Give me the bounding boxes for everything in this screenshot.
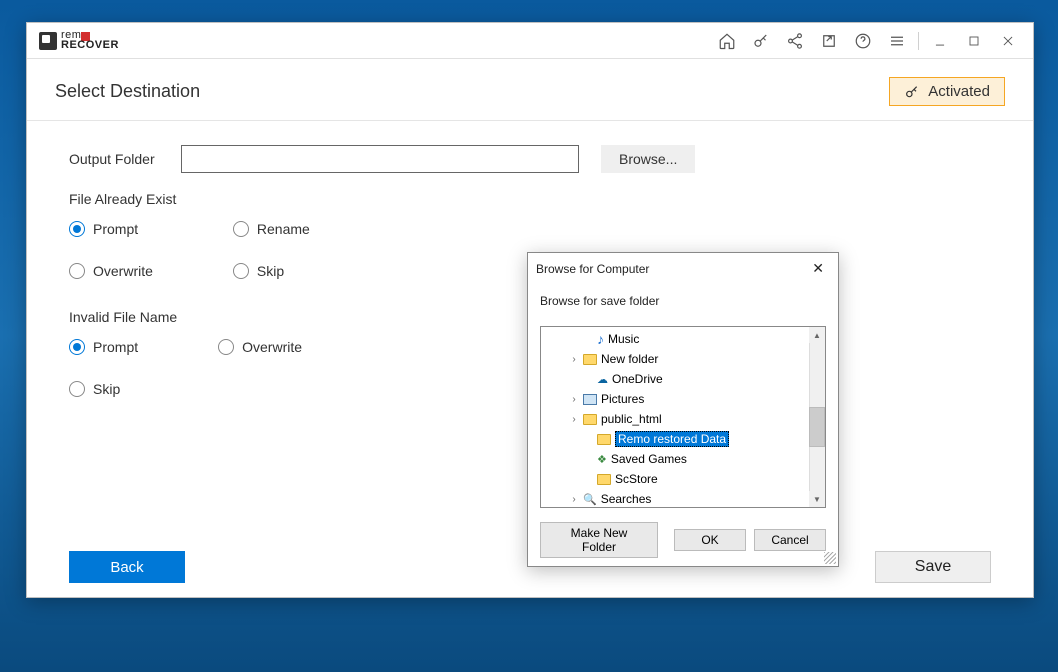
music-icon: ♪: [597, 331, 604, 347]
dialog-title: Browse for Computer: [536, 262, 649, 276]
search-icon: 🔍: [583, 493, 597, 506]
radio-exist-rename[interactable]: Rename: [233, 221, 310, 237]
output-folder-label: Output Folder: [69, 151, 181, 167]
tree-item-onedrive[interactable]: ☁OneDrive: [541, 369, 825, 389]
resize-grip[interactable]: [824, 552, 836, 564]
maximize-icon[interactable]: [957, 23, 991, 59]
cloud-icon: ☁: [597, 373, 608, 386]
cancel-button[interactable]: Cancel: [754, 529, 826, 551]
share-icon[interactable]: [778, 23, 812, 59]
logo: rem RECOVER: [39, 31, 119, 50]
scroll-thumb[interactable]: [809, 407, 825, 447]
titlebar: rem RECOVER: [27, 23, 1033, 59]
activated-badge[interactable]: Activated: [889, 77, 1005, 106]
tree-item-newfolder[interactable]: ›New folder: [541, 349, 825, 369]
tree-item-pictures[interactable]: ›Pictures: [541, 389, 825, 409]
pictures-icon: [583, 394, 597, 405]
folder-icon: [597, 474, 611, 485]
radio-invalid-skip[interactable]: Skip: [69, 381, 138, 397]
export-icon[interactable]: [812, 23, 846, 59]
help-icon[interactable]: [846, 23, 880, 59]
expander-icon[interactable]: ›: [569, 394, 579, 405]
minimize-icon[interactable]: [923, 23, 957, 59]
browse-button[interactable]: Browse...: [601, 145, 695, 173]
key-icon[interactable]: [744, 23, 778, 59]
tree-item-music[interactable]: ♪Music: [541, 329, 825, 349]
radio-exist-prompt[interactable]: Prompt: [69, 221, 153, 237]
file-exist-label: File Already Exist: [69, 191, 991, 207]
tree-item-savedgames[interactable]: ❖Saved Games: [541, 449, 825, 469]
key-icon: [904, 84, 920, 100]
tree-item-publichtml[interactable]: ›public_html: [541, 409, 825, 429]
folder-tree: ♪Music ›New folder ☁OneDrive ›Pictures ›…: [540, 326, 826, 508]
output-folder-input[interactable]: [181, 145, 579, 173]
page-title: Select Destination: [55, 81, 200, 102]
logo-icon: [39, 32, 57, 50]
tree-item-remo[interactable]: Remo restored Data: [541, 429, 825, 449]
tree-item-searches[interactable]: ›🔍Searches: [541, 489, 825, 507]
radio-invalid-prompt[interactable]: Prompt: [69, 339, 138, 355]
folder-icon: [597, 434, 611, 445]
close-icon[interactable]: [991, 23, 1025, 59]
folder-icon: [583, 414, 597, 425]
save-button[interactable]: Save: [875, 551, 991, 583]
expander-icon[interactable]: ›: [569, 414, 579, 425]
tree-item-scstore[interactable]: ScStore: [541, 469, 825, 489]
make-new-folder-button[interactable]: Make New Folder: [540, 522, 658, 558]
radio-exist-skip[interactable]: Skip: [233, 263, 310, 279]
scroll-down-icon[interactable]: ▼: [809, 491, 825, 507]
ok-button[interactable]: OK: [674, 529, 746, 551]
expander-icon[interactable]: ›: [569, 354, 579, 365]
radio-invalid-overwrite[interactable]: Overwrite: [218, 339, 302, 355]
dialog-close-icon[interactable]: ✕: [806, 258, 830, 279]
scroll-up-icon[interactable]: ▲: [809, 327, 825, 343]
back-button[interactable]: Back: [69, 551, 185, 583]
menu-icon[interactable]: [880, 23, 914, 59]
dialog-subtitle: Browse for save folder: [528, 284, 838, 316]
browse-dialog: Browse for Computer ✕ Browse for save fo…: [527, 252, 839, 567]
home-icon[interactable]: [710, 23, 744, 59]
games-icon: ❖: [597, 453, 607, 466]
folder-icon: [583, 354, 597, 365]
radio-exist-overwrite[interactable]: Overwrite: [69, 263, 153, 279]
expander-icon[interactable]: ›: [569, 494, 579, 505]
